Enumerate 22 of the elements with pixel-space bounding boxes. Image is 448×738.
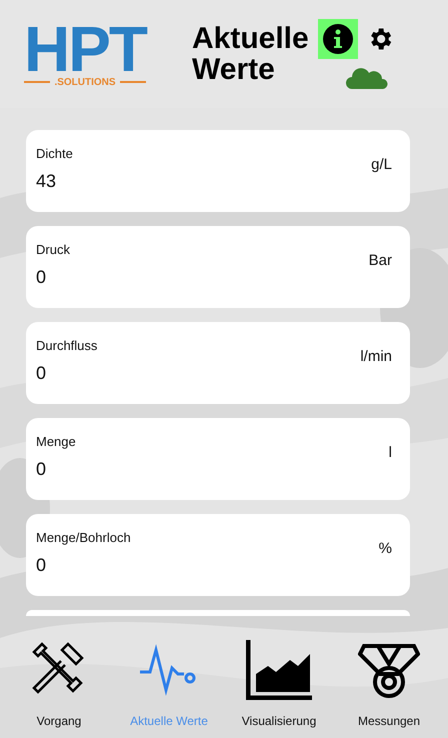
value-reading: 43 [36, 171, 58, 192]
value-unit: l [388, 444, 392, 463]
page-title: Aktuelle Werte [192, 23, 310, 85]
value-label: Menge [36, 434, 76, 449]
value-label: Durchfluss [36, 338, 98, 353]
nav-tab[interactable]: Messungen [339, 638, 439, 728]
value-unit: Bar [368, 252, 392, 271]
value-unit: g/L [371, 156, 392, 175]
value-label: Menge/Bohrloch [36, 530, 131, 545]
value-label: Druck [36, 242, 70, 257]
area-chart-icon [246, 638, 312, 700]
nav-tab[interactable]: Visualisierung [229, 638, 329, 728]
value-reading: 0 [36, 459, 48, 480]
value-unit: l/min [360, 348, 392, 367]
value-unit: % [378, 540, 392, 559]
value-reading: 0 [36, 555, 48, 576]
info-button[interactable] [318, 19, 358, 59]
value-label: Dichte [36, 146, 73, 161]
nav-tab[interactable]: Vorgang [9, 638, 109, 728]
value-reading: 0 [36, 267, 48, 288]
value-reading: 0 [36, 363, 48, 384]
logo: HPT .SOLUTIONS [23, 20, 148, 88]
